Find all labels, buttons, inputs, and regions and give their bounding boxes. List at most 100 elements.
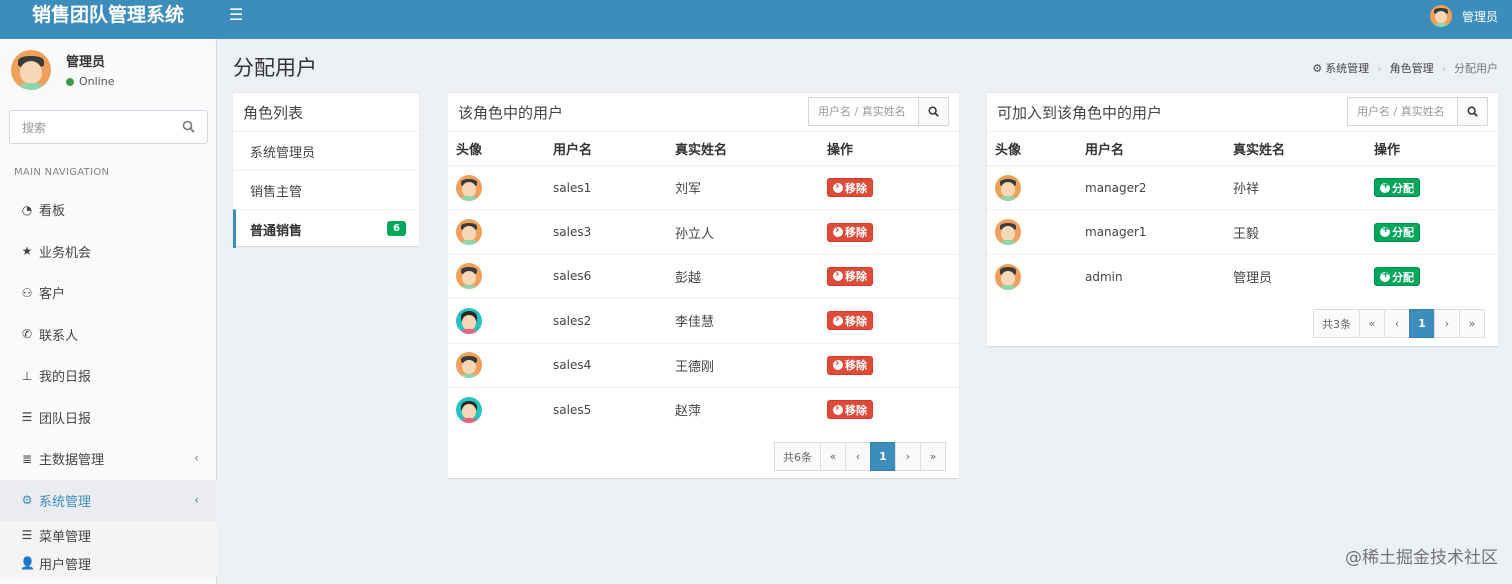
role-label: 系统管理员 xyxy=(250,145,316,161)
username-cell: sales5 xyxy=(545,386,667,432)
pagination-first[interactable]: « xyxy=(820,442,846,471)
remove-button[interactable]: 移除 xyxy=(827,222,873,242)
breadcrumb-item[interactable]: 角色管理 xyxy=(1390,60,1434,76)
action-cell: 移除 xyxy=(819,164,959,210)
pagination: 共6条 « ‹ 1 › » xyxy=(774,442,946,471)
role-users-box: 该角色中的用户 用户名 / 真实姓名 头像 用户名 真实姓名 操作 sales1… xyxy=(448,92,959,478)
breadcrumb-item[interactable]: 系统管理 xyxy=(1325,60,1369,76)
assign-button[interactable]: 分配 xyxy=(1374,267,1420,287)
table-row: admin管理员 分配 xyxy=(987,253,1498,299)
pagination-next[interactable]: › xyxy=(895,442,921,471)
plus-circle-icon xyxy=(1380,180,1390,193)
role-item[interactable]: 系统管理员 xyxy=(233,131,419,170)
column-header: 用户名 xyxy=(1077,131,1225,167)
top-user-menu[interactable]: 管理员 xyxy=(1429,4,1498,28)
role-list: 系统管理员 销售主管 普通销售 6 xyxy=(233,131,419,248)
sidebar-item-dashboard[interactable]: ◔ 看板 xyxy=(0,189,217,231)
button-label: 分配 xyxy=(1392,226,1414,240)
search-input[interactable]: 用户名 / 真实姓名 xyxy=(1347,97,1457,126)
realname-cell: 赵萍 xyxy=(667,386,819,432)
box-title: 角色列表 xyxy=(243,104,304,122)
search-icon[interactable] xyxy=(182,120,195,137)
role-item[interactable]: 销售主管 xyxy=(233,170,419,209)
app-logo[interactable]: 销售团队管理系统 xyxy=(0,0,217,39)
sidebar-item-label: 主数据管理 xyxy=(39,453,105,469)
button-label: 移除 xyxy=(845,181,867,195)
search-icon xyxy=(928,106,939,117)
available-users-table: 头像 用户名 真实姓名 操作 manager2孙祥分配manager1王毅分配a… xyxy=(987,131,1498,299)
sidebar-item-system[interactable]: ⚙ 系统管理 ‹ xyxy=(0,479,217,521)
breadcrumb: ⚙ 系统管理 › 角色管理 › 分配用户 xyxy=(1312,60,1498,76)
database-icon: ≣ xyxy=(21,451,33,466)
count-badge: 6 xyxy=(387,221,406,236)
bars-icon[interactable]: ☰ xyxy=(229,7,243,23)
remove-button[interactable]: 移除 xyxy=(827,311,873,331)
button-label: 移除 xyxy=(845,314,867,328)
username-cell: sales2 xyxy=(545,298,667,344)
sidebar-item-master-data[interactable]: ≣ 主数据管理 ‹ xyxy=(0,438,217,480)
arrow-circle-icon xyxy=(833,223,843,238)
search-input[interactable]: 用户名 / 真实姓名 xyxy=(808,97,918,126)
online-dot-icon xyxy=(66,77,74,86)
search-button[interactable] xyxy=(1457,97,1488,126)
breadcrumb-separator: › xyxy=(1441,61,1446,75)
pagination-last[interactable]: » xyxy=(1459,309,1485,338)
remove-button[interactable]: 移除 xyxy=(827,355,873,375)
realname-cell: 孙祥 xyxy=(1225,164,1366,210)
user-icon: 👤 xyxy=(20,556,35,570)
column-header: 真实姓名 xyxy=(667,131,819,167)
table-row: sales2李佳慧 移除 xyxy=(448,298,959,344)
sidebar-subitem-label: 菜单管理 xyxy=(39,529,92,545)
column-header: 操作 xyxy=(1366,131,1498,167)
sidebar-item-team-daily[interactable]: ☰ 团队日报 xyxy=(0,397,217,439)
sidebar-item-label: 系统管理 xyxy=(39,494,92,510)
remove-button[interactable]: 移除 xyxy=(827,266,873,286)
sidebar-item-contacts[interactable]: ✆ 联系人 xyxy=(0,314,217,356)
sidebar-item-label: 团队日报 xyxy=(39,411,92,427)
action-cell: 移除 xyxy=(819,342,959,388)
sidebar-item-opportunities[interactable]: ★ 业务机会 xyxy=(0,231,217,273)
avatar xyxy=(456,263,482,290)
realname-cell: 刘军 xyxy=(667,164,819,210)
sidebar-item-label: 联系人 xyxy=(39,328,79,344)
role-item-active[interactable]: 普通销售 6 xyxy=(233,209,419,248)
dashboard-icon: ◔ xyxy=(21,202,33,217)
avatar xyxy=(456,174,482,201)
table-row: manager2孙祥 分配 xyxy=(987,164,1498,210)
available-users-box: 可加入到该角色中的用户 用户名 / 真实姓名 头像 用户名 真实姓名 操作 ma… xyxy=(987,92,1498,346)
search-button[interactable] xyxy=(918,97,949,126)
pagination-last[interactable]: » xyxy=(920,442,946,471)
sidebar-search-input[interactable]: 搜索 xyxy=(9,110,208,144)
avatar-cell xyxy=(987,164,1077,210)
table-row: sales1刘军 移除 xyxy=(448,164,959,210)
assign-button[interactable]: 分配 xyxy=(1374,178,1420,198)
button-label: 移除 xyxy=(845,226,867,240)
avatar-cell xyxy=(987,253,1077,299)
avatar xyxy=(995,263,1021,290)
realname-cell: 彭越 xyxy=(667,253,819,299)
realname-cell: 管理员 xyxy=(1225,253,1366,299)
table-row: sales3孙立人 移除 xyxy=(448,209,959,255)
pagination-prev[interactable]: ‹ xyxy=(845,442,871,471)
sidebar-item-label: 看板 xyxy=(39,204,66,220)
column-header: 操作 xyxy=(819,131,959,167)
action-cell: 分配 xyxy=(1366,253,1498,299)
remove-button[interactable]: 移除 xyxy=(827,178,873,198)
sidebar-subitem-menu[interactable]: ☰ 菜单管理 xyxy=(0,521,217,549)
user-name: 管理员 xyxy=(66,55,106,70)
cogs-icon: ⚙ xyxy=(21,493,33,508)
action-cell: 分配 xyxy=(1366,164,1498,210)
assign-button[interactable]: 分配 xyxy=(1374,222,1420,242)
sidebar-subitem-users[interactable]: 👤 用户管理 xyxy=(0,549,217,577)
remove-button[interactable]: 移除 xyxy=(827,400,873,420)
pagination-first[interactable]: « xyxy=(1359,309,1385,338)
sidebar-item-label: 业务机会 xyxy=(39,245,92,261)
pagination-prev[interactable]: ‹ xyxy=(1384,309,1410,338)
pagination: 共3条 « ‹ 1 › » xyxy=(1313,309,1485,338)
pagination-current[interactable]: 1 xyxy=(1409,309,1435,338)
pagination-current[interactable]: 1 xyxy=(870,442,896,471)
sidebar-item-my-daily[interactable]: ⊥ 我的日报 xyxy=(0,355,217,397)
star-icon: ★ xyxy=(21,244,33,259)
pagination-next[interactable]: › xyxy=(1434,309,1460,338)
sidebar-item-customers[interactable]: ⚇ 客户 xyxy=(0,272,217,314)
